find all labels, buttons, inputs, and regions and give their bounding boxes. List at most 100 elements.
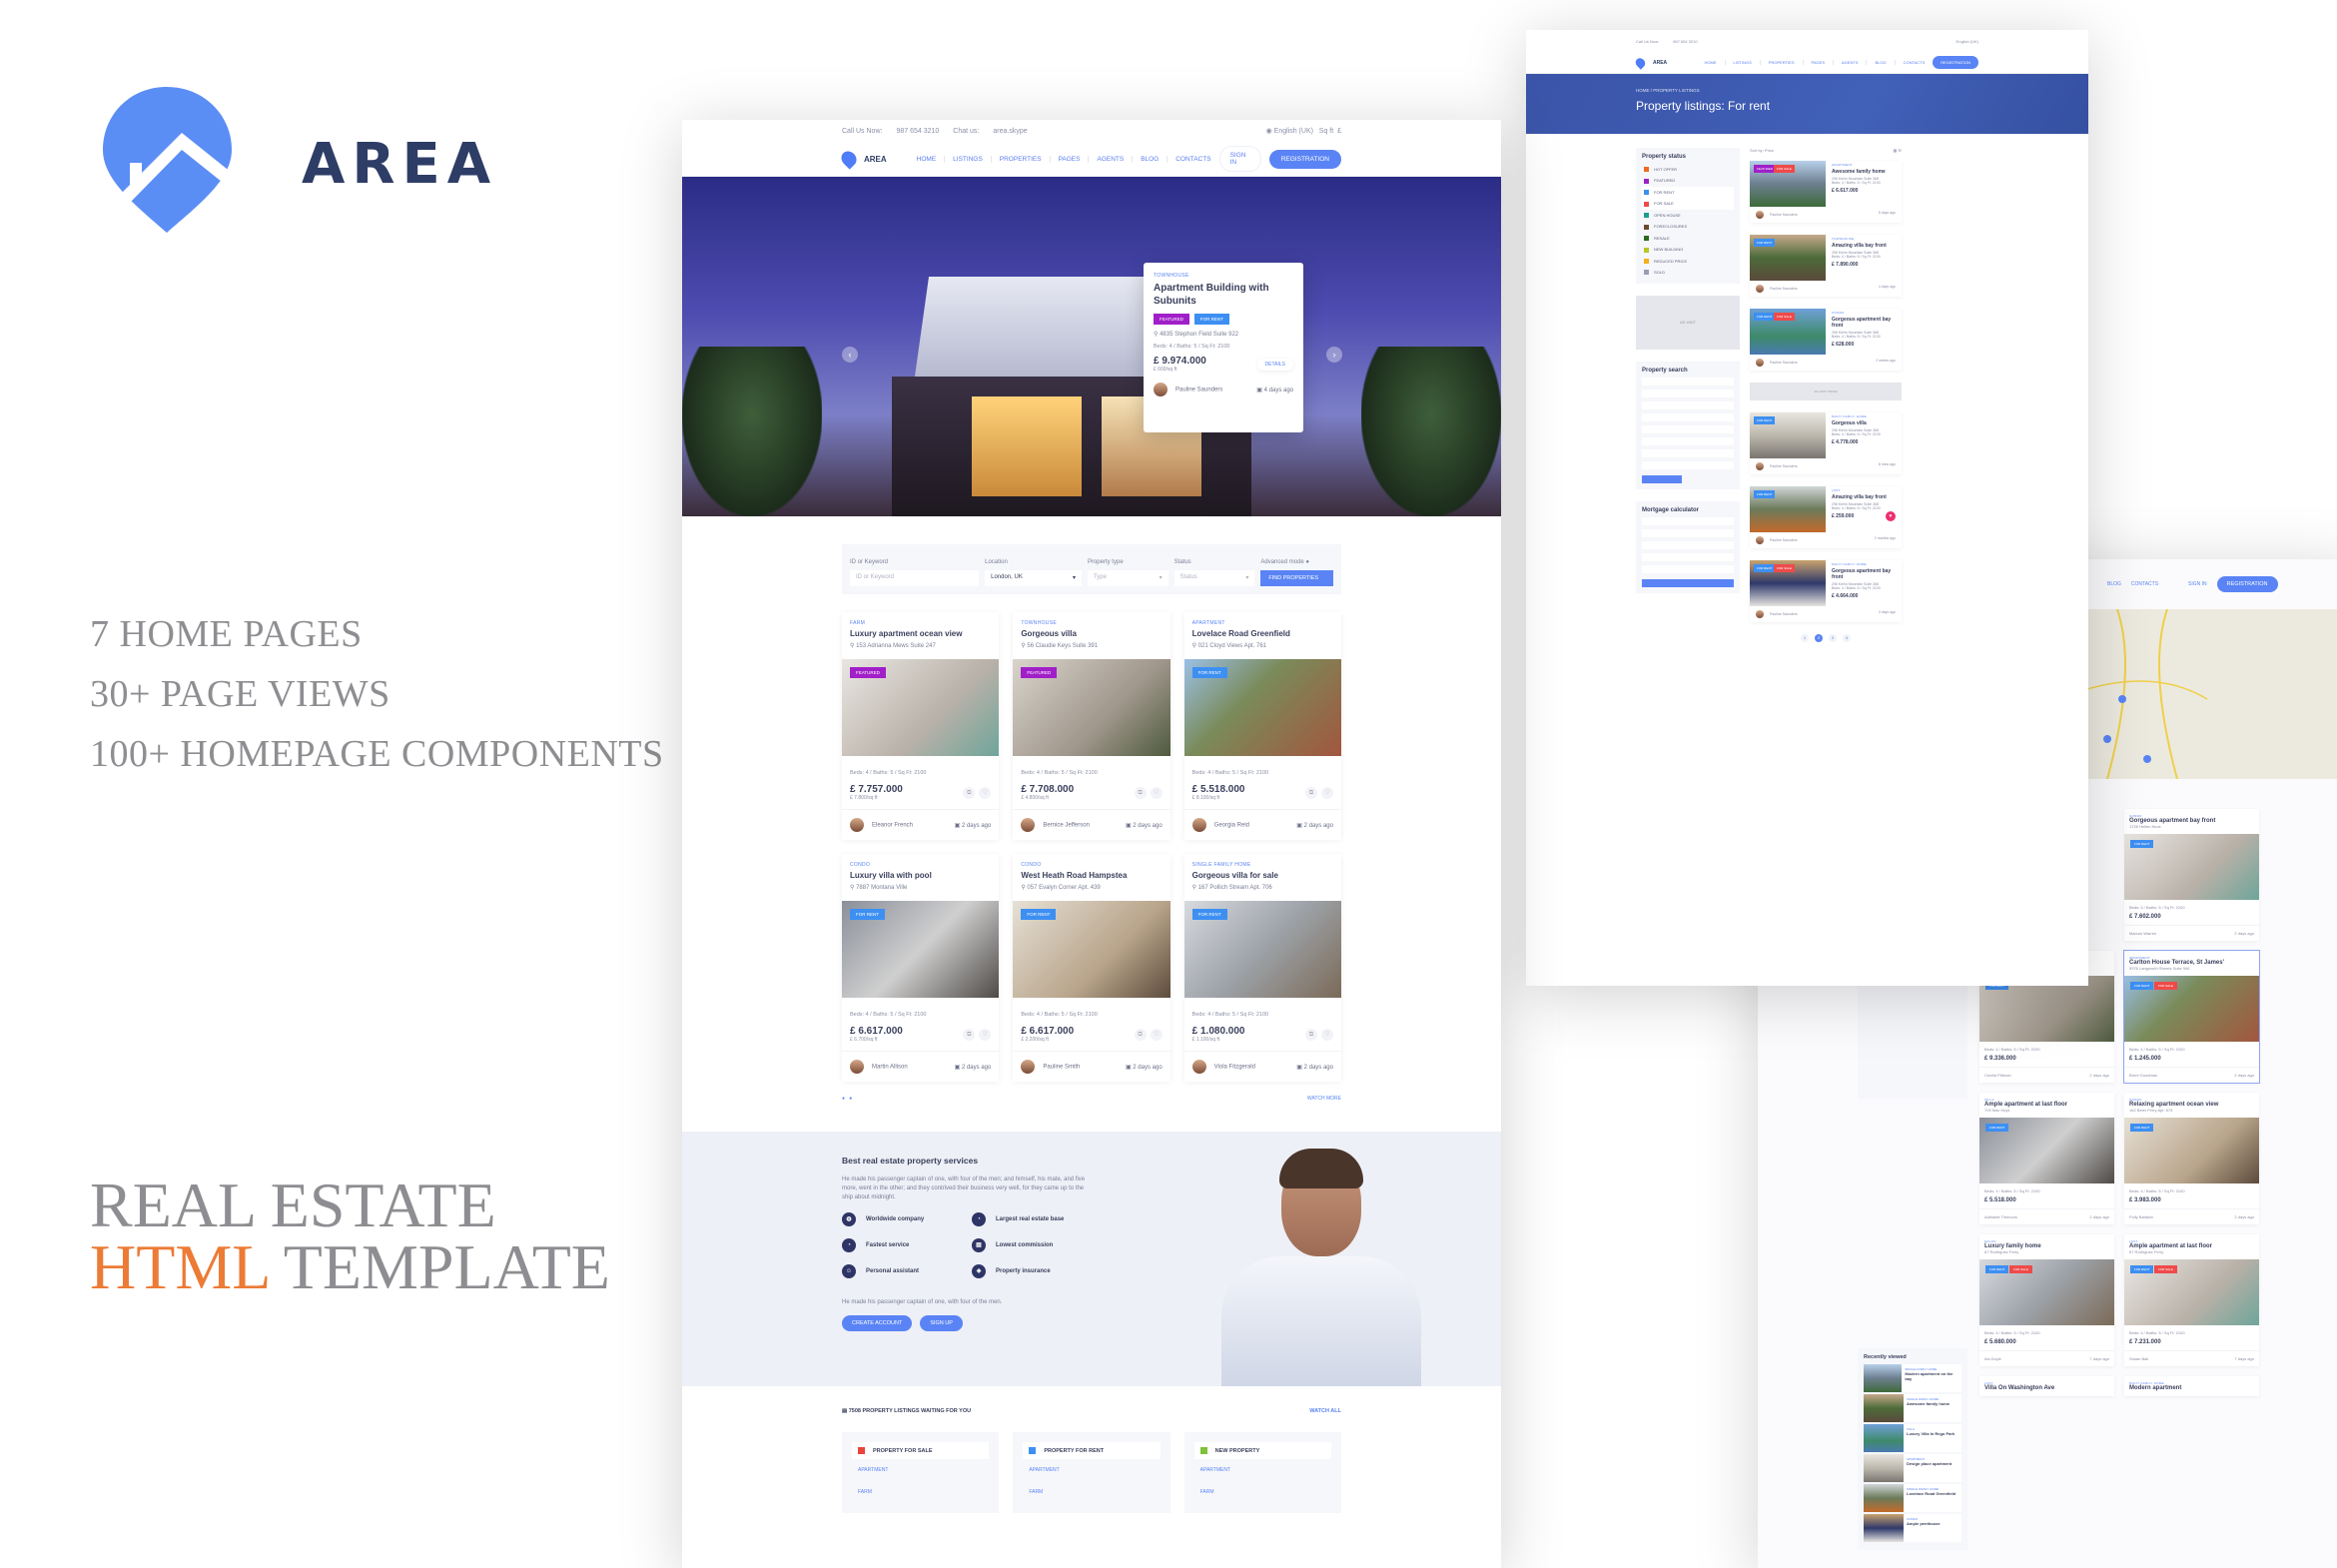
nav-logo[interactable]: AREA — [838, 148, 909, 170]
agent-name[interactable]: Pauline Saunders — [1770, 213, 1798, 217]
heart-icon[interactable]: ♡ — [979, 1028, 992, 1041]
listing-title[interactable]: Amazing villa bay front — [1832, 243, 1896, 249]
phone[interactable]: 987 654 3210 — [1673, 39, 1697, 44]
register-button[interactable]: REGISTRATION — [1268, 149, 1341, 169]
page-button[interactable]: 2 — [1815, 634, 1823, 642]
listing-card[interactable]: FOR RENT FOR SALE CONDO Gorgeous apartment … — [1750, 309, 1902, 371]
property-image[interactable]: FOR RENT — [1183, 901, 1341, 998]
nav-link-agents[interactable]: AGENTS — [1089, 155, 1134, 163]
property-title[interactable]: Villa On Washington Ave — [1984, 1385, 2109, 1391]
agent-name[interactable]: Susan Ball — [2129, 1356, 2148, 1361]
search-field[interactable] — [1642, 437, 1734, 446]
nav-link-contacts[interactable]: CONTACTS — [1896, 60, 1934, 65]
category-row[interactable]: FARM — [1023, 1481, 1160, 1503]
view-toggle[interactable]: ▦ ☰ — [1894, 148, 1902, 153]
agent-name[interactable]: Pauline Saunders — [1770, 361, 1798, 365]
category-row[interactable]: APARTMENT — [1194, 1459, 1331, 1481]
heart-icon[interactable]: ♡ — [1150, 786, 1163, 799]
mortgage-field[interactable] — [1642, 565, 1734, 574]
status-filter[interactable]: FORECLOSURES — [1642, 221, 1734, 232]
unit-select[interactable]: Sq ft — [1319, 128, 1333, 135]
property-image[interactable]: FOR RENT — [2124, 834, 2259, 900]
status-filter[interactable]: FEATURED — [1642, 175, 1734, 186]
nav-logo[interactable]: AREA — [1633, 55, 1697, 70]
listing-card[interactable]: FOR RENT LOFT Amazing villa bay front 296 K… — [1750, 486, 1902, 548]
featured-property-card[interactable]: TOWNHOUSE Apartment Building with Subuni… — [1144, 263, 1303, 432]
property-card[interactable]: SALON Luxury family home 67 Rodriguez Ferr… — [1979, 1234, 2114, 1366]
status-filter[interactable]: REDUCED PRICE — [1642, 256, 1734, 267]
listing-card[interactable]: FEATURED FOR SALE APARTMENT Awesome family … — [1750, 161, 1902, 223]
property-title[interactable]: Lovelace Road Greenfield — [1192, 629, 1333, 638]
status-select[interactable]: Status ▾ — [1173, 570, 1255, 586]
agent-name[interactable]: Brent Goodman — [2129, 1073, 2157, 1078]
nav-link-blog[interactable]: BLOG — [1133, 155, 1168, 163]
property-image[interactable]: FOR RENT — [1013, 901, 1170, 998]
property-image[interactable]: FEATURED — [842, 659, 1000, 756]
nav-link-contacts[interactable]: CONTACTS — [1168, 156, 1218, 163]
heart-icon[interactable]: ♡ — [1320, 1028, 1333, 1041]
property-title[interactable]: Gorgeous villa for sale — [1192, 871, 1333, 880]
search-field[interactable] — [1642, 401, 1734, 410]
create-account-button[interactable]: CREATE ACCOUNT — [842, 1315, 913, 1331]
agent-name[interactable]: Marcus Warren — [2129, 931, 2156, 936]
skype-link[interactable]: area.skype — [993, 128, 1027, 135]
agent-name[interactable]: Eleanor French — [872, 823, 913, 829]
recently-viewed-item[interactable]: VILLA Luxury Villa In Rego Park — [1864, 1424, 1961, 1452]
carousel-dots[interactable]: ● ● — [842, 1096, 852, 1102]
search-field[interactable] — [1642, 378, 1734, 387]
listing-image[interactable]: FEATURED FOR SALE — [1750, 161, 1826, 207]
nav-link-home[interactable]: HOME — [909, 155, 946, 163]
status-filter[interactable]: RESALE — [1642, 233, 1734, 244]
recently-viewed-item[interactable]: SINGLE FAMILY HOME Awesome family home — [1864, 1394, 1961, 1422]
property-card[interactable]: APARTMENT Lovelace Road Greenfield ⚲ 021 C… — [1183, 612, 1341, 840]
currency-select[interactable]: £ — [1337, 128, 1341, 135]
agent-name[interactable]: Polly Baldwin — [2129, 1214, 2153, 1219]
status-filter[interactable]: NEW BUILDING — [1642, 244, 1734, 255]
status-filter[interactable]: FOR SALE — [1642, 198, 1734, 210]
listing-title[interactable]: Gorgeous villa — [1832, 420, 1896, 426]
property-card[interactable]: FARM Luxury apartment ocean view ⚲ 153 Adr… — [842, 612, 1000, 840]
keyword-input[interactable]: ID or Keyword — [850, 570, 980, 586]
property-image[interactable]: FOR RENT FOR SALE — [1979, 1259, 2114, 1325]
mortgage-field[interactable] — [1642, 517, 1734, 526]
advanced-mode-toggle[interactable]: Advanced mode ● — [1260, 559, 1333, 565]
agent-name[interactable]: Pauline Saunders — [1770, 287, 1798, 291]
agent-name[interactable]: Pauline Saunders — [1770, 538, 1798, 542]
nav-link-listings[interactable]: LISTINGS — [945, 155, 992, 163]
listing-image[interactable]: FOR RENT FOR SALE — [1750, 560, 1826, 606]
nav-link-pages[interactable]: PAGES — [1804, 60, 1834, 65]
phone-link[interactable]: 987 654 3210 — [896, 128, 939, 135]
find-properties-button[interactable]: FIND PROPERTIES — [1260, 570, 1333, 586]
language-select[interactable]: English (UK) — [1956, 39, 1978, 44]
category-header[interactable]: NEW PROPERTY — [1193, 1442, 1331, 1459]
search-field[interactable] — [1642, 413, 1734, 422]
property-card[interactable]: SINGLE FAMILY HOME Gorgeous villa for sal… — [1183, 854, 1341, 1082]
compare-icon[interactable]: ⧉ — [1134, 1028, 1147, 1041]
recently-viewed-item[interactable]: SINGLE FAMILY HOME Lovelace Road Greenfie… — [1864, 1484, 1961, 1512]
agent-name[interactable]: Martin Allison — [872, 1065, 908, 1071]
search-submit-button[interactable] — [1642, 475, 1682, 484]
agent-name[interactable]: Georgia Reid — [1214, 823, 1249, 829]
nav-link-pages[interactable]: PAGES — [1051, 155, 1090, 163]
sign-up-button[interactable]: SIGN UP — [920, 1315, 963, 1331]
mortgage-field[interactable] — [1642, 541, 1734, 550]
nav-link-home[interactable]: HOME — [1697, 60, 1726, 65]
type-select[interactable]: Type ▾ — [1087, 570, 1168, 586]
property-card[interactable]: CONDO Relaxing apartment ocean view 162 Be… — [2124, 1093, 2259, 1224]
property-image[interactable]: FOR RENT — [1979, 1118, 2114, 1183]
compare-icon[interactable]: ⧉ — [963, 786, 976, 799]
listing-title[interactable]: Awesome family home — [1832, 169, 1896, 175]
heart-icon[interactable]: ♡ — [1320, 786, 1333, 799]
search-field[interactable] — [1642, 390, 1734, 398]
property-card[interactable]: CONDO Luxury villa with pool ⚲ 7887 Montan… — [842, 854, 1000, 1082]
page-button[interactable]: 1 — [1801, 634, 1809, 642]
search-field[interactable] — [1642, 461, 1734, 470]
property-title[interactable]: Apartment Building with Subunits — [1154, 282, 1293, 308]
category-row[interactable]: APARTMENT — [852, 1459, 989, 1481]
compare-icon[interactable]: ⧉ — [963, 1028, 976, 1041]
agent-name[interactable]: Viola Fitzgerald — [1214, 1065, 1255, 1071]
property-image[interactable]: FEATURED — [1013, 659, 1170, 756]
status-filter[interactable]: OPEN HOUSE — [1642, 210, 1734, 221]
watch-all-link[interactable]: WATCH ALL — [1309, 1408, 1341, 1414]
status-filter[interactable]: HOT OFFER — [1642, 164, 1734, 175]
